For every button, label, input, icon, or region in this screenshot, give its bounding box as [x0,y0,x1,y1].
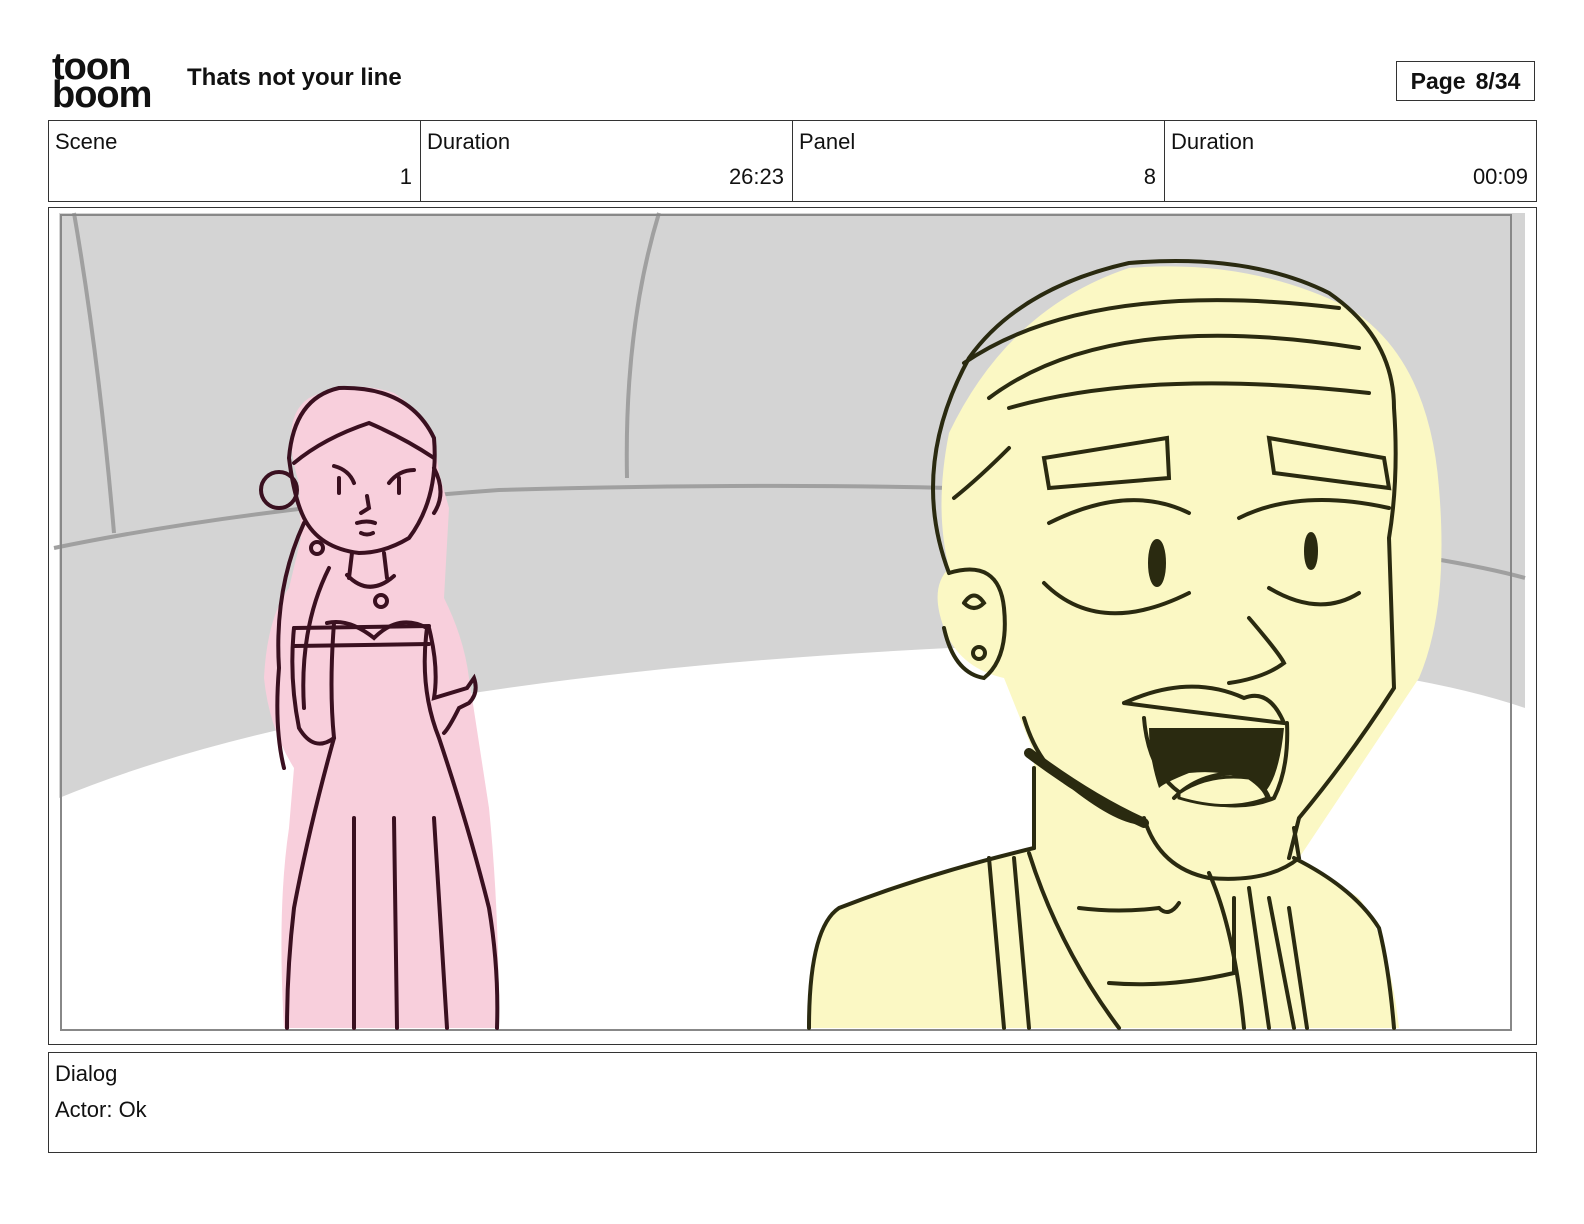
panel-cell: Panel 8 [793,121,1165,201]
scene-cell: Scene 1 [49,121,421,201]
panel-drawing [53,212,1526,1033]
panel-info-table: Scene 1 Duration 26:23 Panel 8 Duration … [48,120,1537,202]
dialog-box: Dialog Actor: Ok [48,1052,1537,1153]
page-number: 8/34 [1475,67,1521,94]
dialog-label: Dialog [55,1061,118,1086]
panel-duration-value: 00:09 [1472,164,1528,189]
scene-duration-label: Duration [427,129,511,154]
toonboom-logo: toon boom [52,48,164,116]
scene-value: 1 [399,164,412,189]
storyboard-panel [48,207,1537,1045]
logo-text-bottom: boom [52,74,152,116]
dialog-text: Actor: Ok [55,1097,147,1122]
scene-label: Scene [55,129,118,154]
scene-duration-cell: Duration 26:23 [421,121,793,201]
panel-duration-cell: Duration 00:09 [1165,121,1536,201]
panel-duration-label: Duration [1171,129,1255,154]
page-indicator: Page 8/34 [1396,61,1535,101]
scene-duration-value: 26:23 [728,164,784,189]
page-label: Page [1410,67,1466,94]
panel-label: Panel [799,129,856,154]
panel-value: 8 [1143,164,1156,189]
storyboard-title: Thats not your line [187,64,402,91]
